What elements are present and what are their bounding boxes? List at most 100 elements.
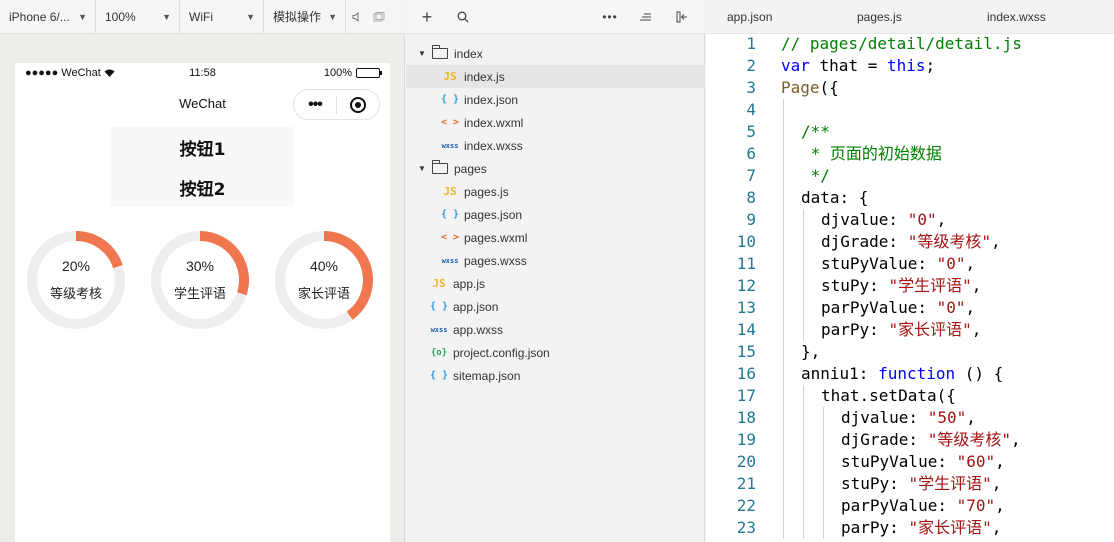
- json-file-icon: { }: [440, 94, 460, 105]
- tab-index-wxss[interactable]: index.wxss: [987, 0, 1046, 34]
- tree-file[interactable]: < > index.wxml: [406, 111, 705, 134]
- button-1[interactable]: 按钮1: [111, 127, 294, 167]
- code-token: parPy:: [841, 518, 909, 537]
- device-select-value: iPhone 6/...: [9, 9, 70, 24]
- ring-percent: 20%: [61, 258, 91, 274]
- tree-item-label: pages.json: [464, 207, 523, 222]
- wxss-file-icon: wxss: [441, 141, 459, 150]
- code-token: "70": [956, 496, 996, 515]
- tree-item-label: index.wxml: [464, 115, 524, 130]
- code-token: parPy:: [821, 320, 889, 339]
- menu-capsule: •••: [293, 89, 380, 120]
- line-number: 20: [736, 452, 756, 471]
- tree-folder[interactable]: ▼ index: [406, 42, 705, 65]
- search-icon[interactable]: [454, 0, 472, 34]
- zoom-select-value: 100%: [105, 9, 136, 24]
- tree-folder[interactable]: ▼ pages: [406, 157, 705, 180]
- battery-icon: [356, 68, 382, 78]
- more-actions-icon[interactable]: •••: [600, 0, 620, 34]
- tree-file[interactable]: { } index.json: [406, 88, 705, 111]
- code-token: "学生评语": [888, 276, 972, 295]
- mode-select-value: 模拟操作: [273, 10, 322, 24]
- collapse-icon[interactable]: [674, 0, 690, 34]
- tree-item-label: index: [454, 46, 483, 61]
- wxml-file-icon: < >: [440, 117, 460, 128]
- tree-item-label: app.js: [453, 276, 486, 291]
- zoom-select[interactable]: 100% ▼: [96, 0, 180, 34]
- code-token: parPyValue:: [821, 298, 937, 317]
- code-token: stuPyValue:: [821, 254, 937, 273]
- json-file-icon: { }: [429, 301, 449, 312]
- code-text: parPy: "家长评语",: [821, 319, 981, 341]
- volume-icon[interactable]: [346, 0, 368, 34]
- ring-label: 家长评语: [297, 287, 350, 302]
- code-line: 2 var that = this;: [706, 55, 1114, 77]
- code-line: 10 djGrade: "等级考核",: [706, 231, 1114, 253]
- devtools-window: iPhone 6/... ▼ 100% ▼ WiFi ▼ 模拟操作 ▼ ●●●●…: [0, 0, 1114, 542]
- tree-file[interactable]: {o} project.config.json: [406, 341, 705, 364]
- indent-guide: [803, 209, 804, 341]
- code-area[interactable]: 1 // pages/detail/detail.js 2 var that = th…: [706, 33, 1114, 539]
- code-token: "家长评语": [888, 320, 972, 339]
- code-token: djGrade:: [821, 232, 908, 251]
- tree-file[interactable]: wxss pages.wxss: [406, 249, 705, 272]
- folder-open-icon: [431, 45, 448, 59]
- code-editor: app.json pages.js index.wxss 1 // pages/d…: [706, 0, 1114, 542]
- code-token: ({: [819, 78, 839, 97]
- expand-arrow-icon[interactable]: ▼: [418, 49, 428, 58]
- tree-file[interactable]: { } pages.json: [406, 203, 705, 226]
- close-miniprogram-icon[interactable]: [337, 96, 379, 113]
- expand-arrow-icon[interactable]: ▼: [418, 164, 428, 173]
- line-number: 17: [736, 386, 756, 405]
- tree-file[interactable]: { } app.json: [406, 295, 705, 318]
- code-token: },: [801, 342, 821, 361]
- ring-parent: 40% 家长评语: [273, 229, 375, 331]
- progress-rings: 20% 等级考核 30% 学生评语 40% 家长评语: [25, 229, 380, 331]
- tree-item-label: sitemap.json: [453, 368, 521, 383]
- tree-item-label: pages.wxml: [464, 230, 528, 245]
- tree-file[interactable]: wxss index.wxss: [406, 134, 705, 157]
- tab-pages-js[interactable]: pages.js: [857, 0, 902, 34]
- code-text: stuPy: "学生评语",: [841, 473, 1001, 495]
- code-token: data: {: [801, 188, 869, 207]
- ring-grade: 20% 等级考核: [25, 229, 127, 331]
- tree-file[interactable]: JS app.js: [406, 272, 705, 295]
- code-line: 17 that.setData({: [706, 385, 1114, 407]
- code-line: 20 stuPyValue: "60",: [706, 451, 1114, 473]
- add-icon[interactable]: +: [418, 0, 436, 34]
- code-token: ,: [991, 474, 1002, 493]
- code-token: "50": [927, 408, 967, 427]
- code-text: stuPy: "学生评语",: [821, 275, 981, 297]
- code-token: // pages/detail/detail.js: [781, 34, 1022, 53]
- line-number: 22: [736, 496, 756, 515]
- device-select[interactable]: iPhone 6/... ▼: [0, 0, 96, 34]
- chevron-down-icon: ▼: [78, 11, 87, 22]
- tree-file[interactable]: { } sitemap.json: [406, 364, 705, 387]
- js-file-icon: JS: [432, 277, 446, 290]
- tree-item-label: app.json: [453, 299, 499, 314]
- tree-file[interactable]: JS index.js: [406, 65, 705, 88]
- sort-icon[interactable]: [638, 0, 654, 34]
- tree-file[interactable]: < > pages.wxml: [406, 226, 705, 249]
- code-text: * 页面的初始数据: [801, 143, 942, 165]
- multi-window-icon[interactable]: [368, 0, 390, 34]
- button-2[interactable]: 按钮2: [111, 167, 294, 207]
- network-select[interactable]: WiFi ▼: [180, 0, 264, 34]
- tree-file[interactable]: wxss app.wxss: [406, 318, 705, 341]
- tree-file[interactable]: JS pages.js: [406, 180, 705, 203]
- tree-item-label: pages.wxss: [464, 253, 527, 268]
- code-text: var that = this;: [781, 55, 935, 77]
- code-token: ,: [991, 518, 1002, 537]
- code-line: 19 djGrade: "等级考核",: [706, 429, 1114, 451]
- tree-item-label: pages: [454, 161, 487, 176]
- battery-area: 100%: [324, 67, 382, 79]
- code-line: 12 stuPy: "学生评语",: [706, 275, 1114, 297]
- more-icon[interactable]: •••: [294, 96, 336, 114]
- code-token: ,: [995, 452, 1005, 471]
- mode-select[interactable]: 模拟操作 ▼: [264, 0, 346, 34]
- line-number: 2: [746, 56, 756, 75]
- code-token: "学生评语": [908, 474, 992, 493]
- code-line: 23 parPy: "家长评语",: [706, 517, 1114, 539]
- status-bar: ●●●●● WeChat 11:58 100%: [15, 63, 390, 83]
- tab-app-json[interactable]: app.json: [727, 0, 772, 34]
